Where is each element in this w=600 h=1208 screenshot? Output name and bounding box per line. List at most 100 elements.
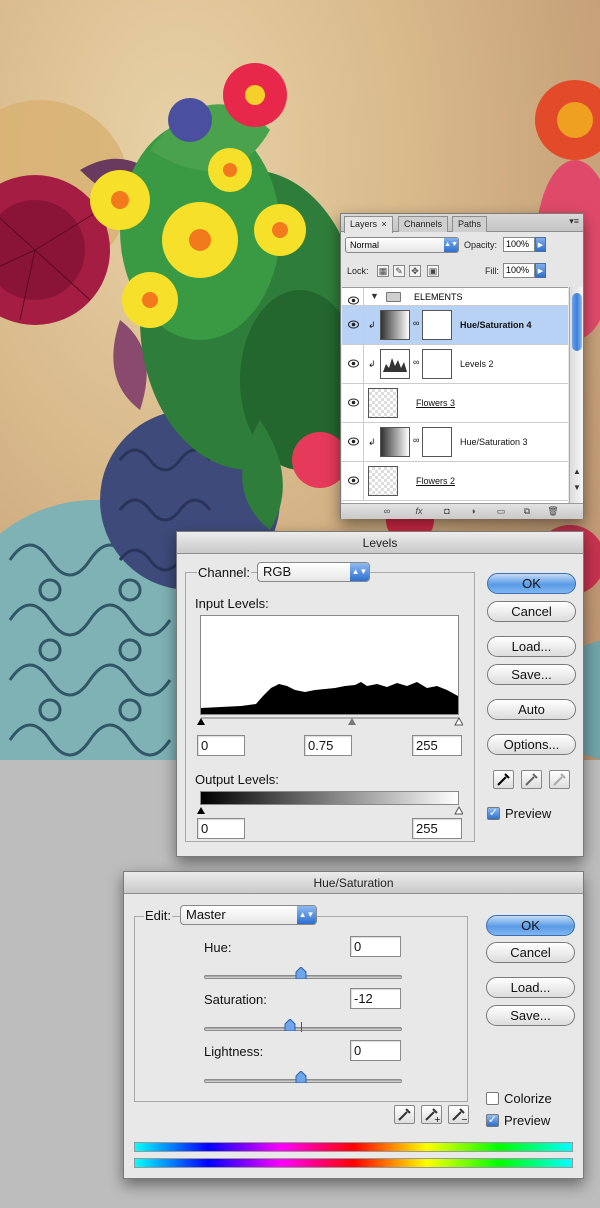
layer-group-elements[interactable]: ▼ ELEMENTS	[342, 288, 568, 306]
layer-name: Hue/Saturation 3	[460, 437, 528, 447]
tab-layers-label: Layers	[350, 219, 378, 229]
preview-checkbox[interactable]: ✓	[486, 1114, 499, 1127]
disclosure-triangle-icon[interactable]: ▼	[370, 291, 379, 301]
hue-saturation-dialog: Hue/Saturation Edit: Master ▲▼ Hue: 0 Sa…	[123, 871, 584, 1179]
tab-channels[interactable]: Channels	[398, 216, 449, 232]
visibility-toggle[interactable]	[342, 288, 364, 305]
chevron-updown-icon: ▲▼	[297, 906, 316, 924]
load-button[interactable]: Load...	[486, 977, 575, 998]
fill-arrow-icon[interactable]: ▶	[535, 263, 546, 278]
hue-field[interactable]: 0	[350, 936, 401, 957]
visibility-toggle[interactable]	[342, 423, 364, 461]
layers-panel: Layers × Channels Paths ▾≡ Normal ▲▼ Opa…	[340, 213, 584, 519]
input-gamma-field[interactable]: 0.75	[304, 735, 352, 756]
close-icon[interactable]: ×	[382, 219, 387, 229]
lightness-field[interactable]: 0	[350, 1040, 401, 1061]
blend-mode-select[interactable]: Normal ▲▼	[345, 237, 459, 253]
options-button[interactable]: Options...	[487, 734, 576, 755]
hue-slider-knob[interactable]	[295, 967, 307, 979]
eyedropper-plus-icon[interactable]: +	[421, 1105, 442, 1124]
scrollbar-thumb[interactable]	[572, 293, 582, 351]
white-point-knob	[454, 716, 463, 726]
opacity-field[interactable]: 100%	[503, 237, 535, 252]
scroll-down-arrow-icon[interactable]: ▼	[573, 483, 581, 492]
ok-button[interactable]: OK	[487, 573, 576, 594]
fill-field[interactable]: 100%	[503, 263, 535, 278]
lock-transparency-icon[interactable]: ▦	[377, 265, 389, 277]
layer-row[interactable]: Flowers 3	[342, 384, 568, 423]
input-levels-label: Input Levels:	[195, 596, 269, 611]
cancel-button[interactable]: Cancel	[487, 601, 576, 622]
gamma-knob	[348, 718, 356, 725]
link-layers-icon[interactable]: ∞	[381, 506, 393, 517]
saturation-slider-knob[interactable]	[284, 1019, 296, 1031]
lock-brush-icon[interactable]: ✎	[393, 265, 405, 277]
add-mask-icon[interactable]: ◘	[441, 506, 453, 517]
chevron-updown-icon: ▲▼	[444, 238, 458, 252]
tab-paths[interactable]: Paths	[452, 216, 488, 232]
clipping-arrow-icon: ↲	[368, 320, 376, 330]
channel-label: Channel:	[197, 565, 252, 580]
output-levels-label: Output Levels:	[195, 772, 279, 787]
colorize-checkbox[interactable]	[486, 1092, 499, 1105]
histogram-graph	[201, 682, 458, 714]
visibility-toggle[interactable]	[342, 306, 364, 344]
lightness-slider-knob[interactable]	[295, 1071, 307, 1083]
output-white-field[interactable]: 255	[412, 818, 462, 839]
eye-icon	[348, 320, 359, 329]
opacity-label: Opacity:	[464, 240, 498, 250]
load-button[interactable]: Load...	[487, 636, 576, 657]
layers-scrollbar[interactable]: ▲ ▼	[569, 287, 583, 503]
fx-icon[interactable]: fx	[413, 506, 425, 517]
layer-row[interactable]: Flowers 2	[342, 462, 568, 501]
levels-dialog: Levels Channel: RGB ▲▼ Input Levels: 0 0…	[176, 531, 584, 857]
layers-panel-tabbar: Layers × Channels Paths ▾≡	[341, 214, 583, 233]
trash-icon[interactable]: 🗑	[547, 506, 559, 517]
edit-label: Edit:	[144, 908, 173, 923]
layers-list: ▼ ELEMENTS ↲ ∞ Hue/Saturation 4 ↲ ∞ Leve…	[342, 287, 568, 503]
blend-mode-value: Normal	[350, 240, 380, 250]
black-point-knob	[197, 718, 205, 725]
save-button[interactable]: Save...	[486, 1005, 575, 1026]
cancel-button[interactable]: Cancel	[486, 942, 575, 963]
eye-icon	[348, 437, 359, 446]
input-slider-track[interactable]	[197, 716, 463, 726]
black-eyedropper-icon[interactable]	[493, 770, 514, 789]
eye-icon	[348, 359, 359, 368]
gray-eyedropper-icon[interactable]	[521, 770, 542, 789]
lock-move-icon[interactable]: ✥	[409, 265, 421, 277]
input-black-field[interactable]: 0	[197, 735, 245, 756]
save-button[interactable]: Save...	[487, 664, 576, 685]
ok-button[interactable]: OK	[486, 915, 575, 936]
mask-thumbnail	[422, 427, 452, 457]
saturation-field[interactable]: -12	[350, 988, 401, 1009]
auto-button[interactable]: Auto	[487, 699, 576, 720]
white-eyedropper-icon[interactable]	[549, 770, 570, 789]
opacity-arrow-icon[interactable]: ▶	[535, 237, 546, 252]
new-layer-icon[interactable]: ⧉	[521, 506, 533, 517]
visibility-toggle[interactable]	[342, 384, 364, 422]
channel-select[interactable]: RGB ▲▼	[257, 562, 370, 582]
new-group-icon[interactable]: ▭	[495, 506, 507, 517]
layer-row[interactable]: ↲ ∞ Hue/Saturation 4	[342, 306, 568, 345]
visibility-toggle[interactable]	[342, 345, 364, 383]
saturation-slider[interactable]	[204, 1027, 402, 1031]
output-black-field[interactable]: 0	[197, 818, 245, 839]
group-name: ELEMENTS	[414, 292, 463, 302]
input-white-field[interactable]: 255	[412, 735, 462, 756]
eyedropper-icon[interactable]	[394, 1105, 415, 1124]
layer-row[interactable]: ↲ ∞ Hue/Saturation 3	[342, 423, 568, 462]
preview-checkbox[interactable]: ✓	[487, 807, 500, 820]
panel-menu-icon[interactable]: ▾≡	[569, 216, 579, 227]
svg-text:−: −	[461, 1115, 468, 1123]
color-spectrum-bar-top	[134, 1142, 573, 1152]
lock-all-icon[interactable]: ▣	[427, 265, 439, 277]
edit-select[interactable]: Master ▲▼	[180, 905, 317, 925]
tab-layers[interactable]: Layers ×	[344, 216, 393, 233]
visibility-toggle[interactable]	[342, 462, 364, 500]
layer-row[interactable]: ↲ ∞ Levels 2	[342, 345, 568, 384]
eyedropper-minus-icon[interactable]: −	[448, 1105, 469, 1124]
scroll-up-arrow-icon[interactable]: ▲	[573, 467, 581, 476]
output-slider-track[interactable]	[197, 805, 463, 815]
adjustment-layer-icon[interactable]: ◑	[467, 506, 479, 517]
